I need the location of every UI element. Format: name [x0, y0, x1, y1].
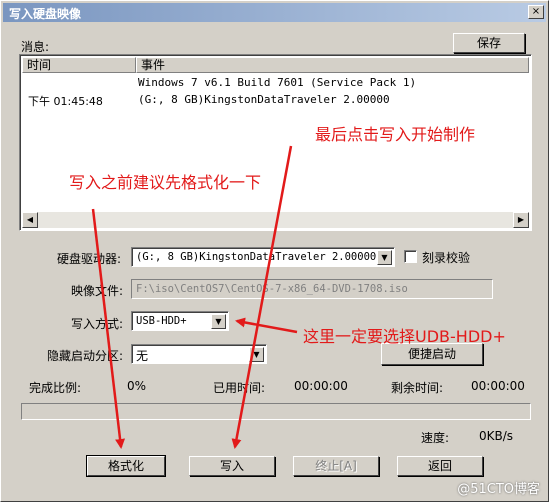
watermark: @51CTO博客: [457, 482, 540, 497]
annotation-arrows: [91, 145, 298, 449]
arrow-to-write-mode: [235, 317, 298, 334]
arrow-to-format-button: [91, 208, 126, 449]
write-disk-image-window: 写入硬盘映像 × 消息: 保存 时间 事件 Windows 7 v6.1 Bui…: [0, 0, 549, 502]
arrow-to-write-button: [231, 145, 293, 449]
